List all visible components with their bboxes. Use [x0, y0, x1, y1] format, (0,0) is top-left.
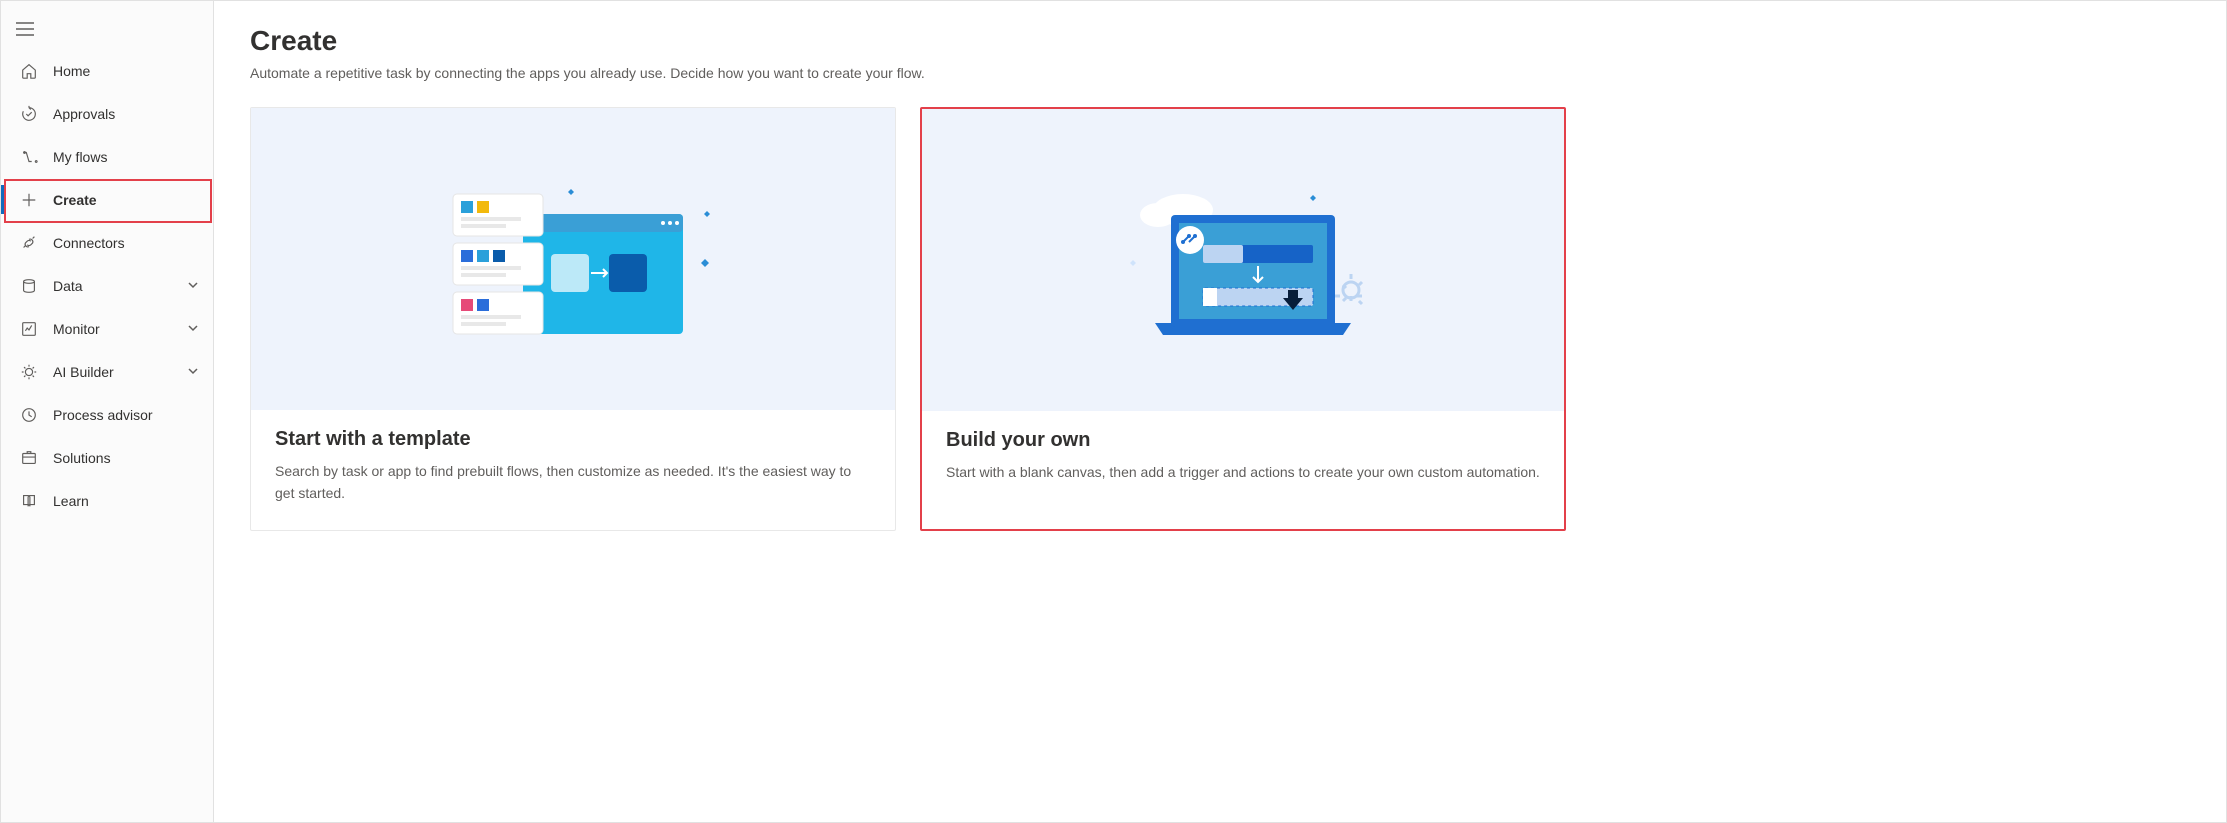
chevron-down-icon: [187, 321, 199, 337]
sidebar-item-label: AI Builder: [53, 364, 114, 380]
sidebar: Home Approvals My flows Create Connector…: [1, 1, 214, 822]
connectors-icon: [19, 233, 39, 253]
card-desc: Search by task or app to find prebuilt f…: [275, 461, 871, 504]
card-desc: Start with a blank canvas, then add a tr…: [946, 462, 1540, 484]
card-hero-illustration: [251, 108, 895, 410]
sidebar-item-process-advisor[interactable]: Process advisor: [1, 393, 213, 436]
flows-icon: [19, 147, 39, 167]
sidebar-item-solutions[interactable]: Solutions: [1, 436, 213, 479]
home-icon: [19, 61, 39, 81]
card-title: Start with a template: [275, 428, 871, 451]
sidebar-item-my-flows[interactable]: My flows: [1, 135, 213, 178]
hamburger-icon: [16, 22, 34, 36]
sidebar-item-monitor[interactable]: Monitor: [1, 307, 213, 350]
sidebar-item-label: Connectors: [53, 235, 125, 251]
learn-icon: [19, 491, 39, 511]
main-content: Create Automate a repetitive task by con…: [214, 1, 2226, 822]
sidebar-item-label: Learn: [53, 493, 89, 509]
sidebar-item-ai-builder[interactable]: AI Builder: [1, 350, 213, 393]
sidebar-item-label: Solutions: [53, 450, 111, 466]
sidebar-item-connectors[interactable]: Connectors: [1, 221, 213, 264]
card-body: Build your own Start with a blank canvas…: [922, 411, 1564, 510]
sidebar-item-create[interactable]: Create: [1, 178, 213, 221]
sidebar-item-label: Data: [53, 278, 83, 294]
data-icon: [19, 276, 39, 296]
sidebar-item-label: Process advisor: [53, 407, 153, 423]
sidebar-item-label: Create: [53, 192, 97, 208]
sidebar-item-label: Approvals: [53, 106, 115, 122]
process-icon: [19, 405, 39, 425]
build-illustration-icon: [1093, 160, 1393, 360]
card-build-your-own[interactable]: Build your own Start with a blank canvas…: [920, 107, 1566, 531]
sidebar-item-label: My flows: [53, 149, 107, 165]
sidebar-item-approvals[interactable]: Approvals: [1, 92, 213, 135]
card-start-with-template[interactable]: Start with a template Search by task or …: [250, 107, 896, 531]
card-title: Build your own: [946, 429, 1540, 452]
solutions-icon: [19, 448, 39, 468]
ai-icon: [19, 362, 39, 382]
page-subtitle: Automate a repetitive task by connecting…: [250, 65, 2190, 81]
card-hero-illustration: [922, 109, 1564, 411]
hamburger-button[interactable]: [1, 9, 49, 49]
sidebar-item-label: Home: [53, 63, 90, 79]
plus-icon: [19, 190, 39, 210]
card-row: Start with a template Search by task or …: [250, 107, 2190, 531]
chevron-down-icon: [187, 278, 199, 294]
card-body: Start with a template Search by task or …: [251, 410, 895, 530]
monitor-icon: [19, 319, 39, 339]
sidebar-item-learn[interactable]: Learn: [1, 479, 213, 522]
sidebar-item-home[interactable]: Home: [1, 49, 213, 92]
template-illustration-icon: [423, 159, 723, 359]
chevron-down-icon: [187, 364, 199, 380]
page-title: Create: [250, 25, 2190, 57]
sidebar-item-data[interactable]: Data: [1, 264, 213, 307]
sidebar-item-label: Monitor: [53, 321, 100, 337]
approvals-icon: [19, 104, 39, 124]
